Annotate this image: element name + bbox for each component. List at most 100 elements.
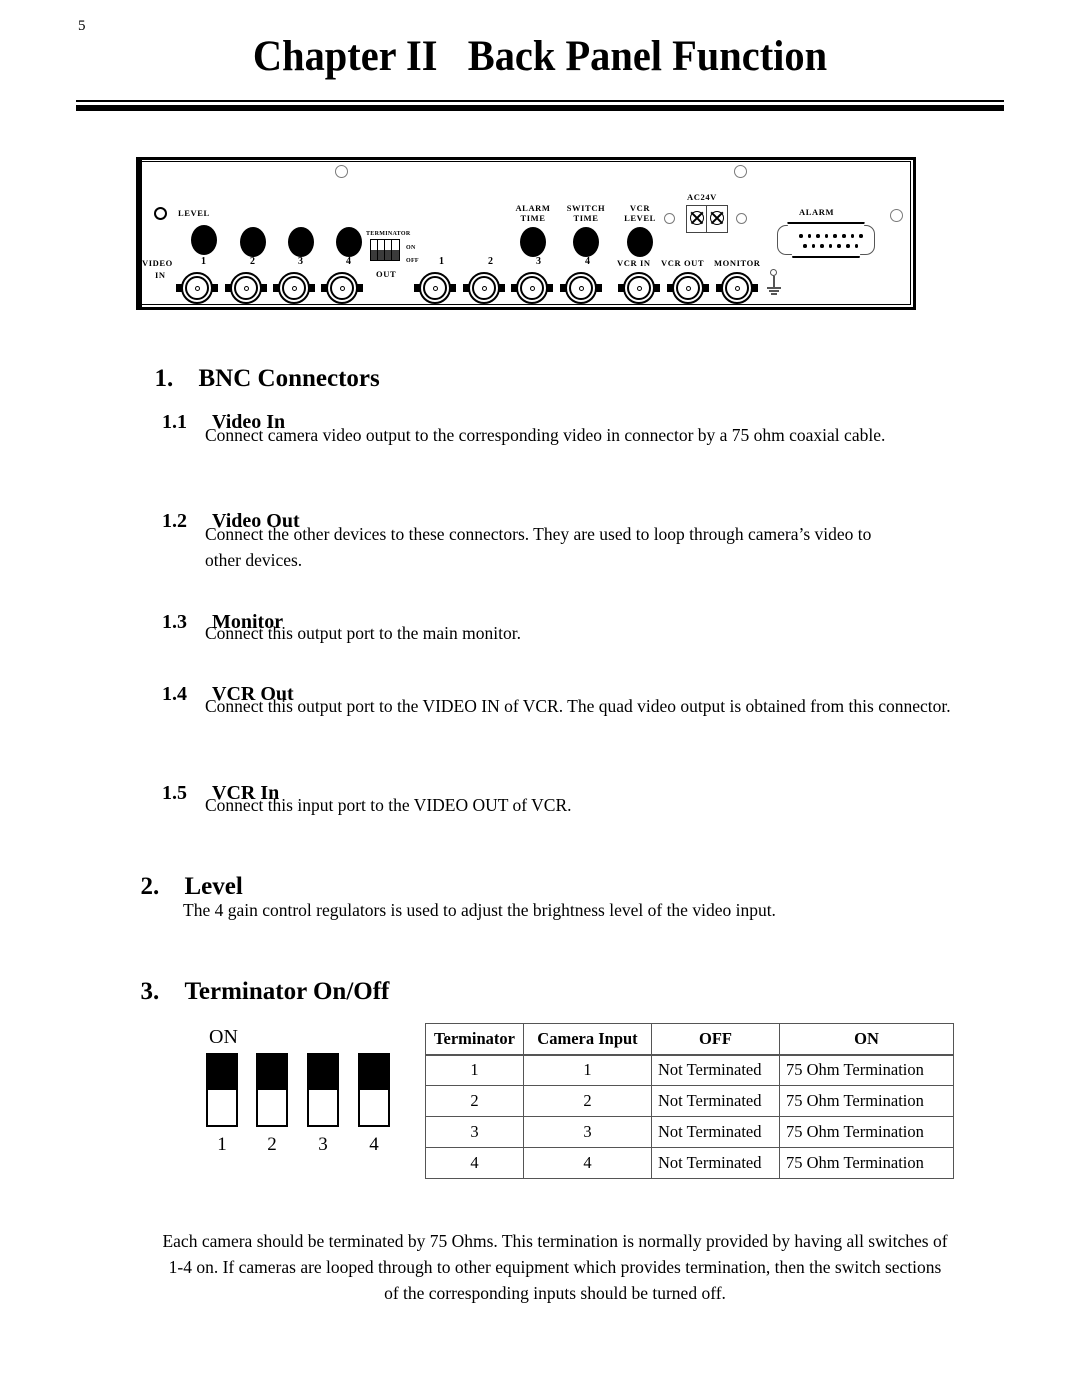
panel-label-terminator: TERMINATOR [366,231,411,237]
section-1-2-body: Connect the other devices to these conne… [205,524,872,570]
video-out-number-1: 1 [439,256,444,267]
dsub-pin-row-top [799,234,863,238]
panel-screw-right [890,209,903,222]
dip-switch-3-number: 3 [318,1134,328,1155]
dip-switch-diagram: ON 1 2 3 4 [200,1026,400,1186]
dip-switch-1-number: 1 [217,1134,227,1155]
panel-terminator-dip-switches[interactable] [370,239,400,261]
dip-switch-4-number: 4 [369,1134,379,1155]
panel-label-vcr-level: VCR LEVEL [624,203,656,223]
cell-on: 75 Ohm Termination [779,1054,954,1086]
section-2-body: The 4 gain control regulators is used to… [183,900,776,920]
dip-on-label: ON [209,1026,238,1048]
dip-switch-3-lever [309,1055,337,1090]
bnc-video-in-1[interactable] [176,271,218,305]
dip-switch-2-body [258,1090,286,1125]
level-knob-4[interactable] [336,227,362,257]
header-divider [76,100,1004,111]
table-row: 3 3 Not Terminated 75 Ohm Termination [425,1116,954,1148]
bnc-video-in-2[interactable] [225,271,267,305]
bnc-video-out-4[interactable] [560,271,602,305]
bnc-video-out-1[interactable] [414,271,456,305]
dip-switch-3[interactable] [307,1053,339,1127]
panel-label-alarm-time: ALARM TIME [515,203,551,223]
level-knob-1[interactable] [191,225,217,255]
video-out-number-2: 2 [488,256,493,267]
bnc-video-in-3[interactable] [273,271,315,305]
panel-dip-switch-1[interactable] [371,240,378,260]
cell-terminator: 2 [425,1085,524,1117]
section-2-heading: 2. Level [128,845,243,901]
video-out-number-3: 3 [536,256,541,267]
section-2-number: 2. [140,873,160,900]
video-in-number-3: 3 [298,256,303,267]
table-header-on: ON [779,1023,954,1056]
ac24v-screw-right [736,213,747,224]
section-3-body: Each camera should be terminated by 75 O… [162,1231,948,1303]
cell-on: 75 Ohm Termination [779,1116,954,1148]
panel-label-switch-time: SWITCH TIME [566,203,606,223]
panel-label-vcr-out: VCR OUT [661,258,705,268]
section-1-3-body: Connect this output port to the main mon… [205,623,521,643]
panel-label-ac24v: AC24V [687,192,717,202]
vcr-level-knob[interactable] [627,227,653,257]
panel-label-terminator-off: OFF [406,258,419,264]
bnc-monitor[interactable] [716,271,758,305]
cell-off: Not Terminated [651,1147,780,1179]
cell-camera-input: 2 [523,1085,652,1117]
cell-terminator: 3 [425,1116,524,1148]
video-in-number-1: 1 [201,256,206,267]
cell-on: 75 Ohm Termination [779,1147,954,1179]
alarm-time-knob[interactable] [520,227,546,257]
ac24v-terminal-1[interactable] [687,206,707,232]
bnc-video-out-3[interactable] [511,271,553,305]
switch-time-knob[interactable] [573,227,599,257]
panel-label-video: VIDEO [142,258,173,268]
dsub-pin-row-bottom [803,244,859,248]
cell-off: Not Terminated [651,1116,780,1148]
table-header-off: OFF [651,1023,780,1056]
dip-switch-2-number: 2 [267,1134,277,1155]
dip-switch-4-body [360,1090,388,1125]
table-row: 1 1 Not Terminated 75 Ohm Termination [425,1054,954,1086]
panel-dip-switch-3[interactable] [385,240,392,260]
table-row: 4 4 Not Terminated 75 Ohm Termination [425,1147,954,1179]
dsub-shell [787,222,865,258]
level-knob-2[interactable] [240,227,266,257]
cell-camera-input: 1 [523,1054,652,1086]
cell-terminator: 4 [425,1147,524,1179]
bnc-vcr-out[interactable] [667,271,709,305]
terminator-table: Terminator Camera Input OFF ON 1 1 Not T… [425,1023,954,1179]
panel-screw-left [154,207,167,220]
table-header-terminator: Terminator [425,1023,524,1056]
panel-dip-switch-4[interactable] [392,240,399,260]
dip-switch-3-body [309,1090,337,1125]
dip-switch-2[interactable] [256,1053,288,1127]
bnc-video-out-2[interactable] [463,271,505,305]
alarm-dsub-connector[interactable] [774,222,878,258]
cell-off: Not Terminated [651,1085,780,1117]
bnc-vcr-in[interactable] [618,271,660,305]
table-header-row: Terminator Camera Input OFF ON [425,1023,954,1056]
ac24v-terminal-2[interactable] [707,206,727,232]
dip-switch-1[interactable] [206,1053,238,1127]
ac24v-terminal-block[interactable] [686,205,728,233]
level-knob-3[interactable] [288,227,314,257]
panel-label-level: LEVEL [178,208,210,218]
dip-switch-2-lever [258,1055,286,1090]
bnc-video-in-4[interactable] [321,271,363,305]
panel-label-in: IN [155,270,166,280]
panel-screw-top-right [734,165,747,178]
panel-dip-switch-2[interactable] [378,240,385,260]
cell-camera-input: 4 [523,1147,652,1179]
section-3-heading: 3. Terminator On/Off [128,950,390,1006]
panel-label-monitor: MONITOR [714,258,761,268]
section-1-4-body: Connect this output port to the VIDEO IN… [205,696,951,716]
section-1-1-body: Connect camera video output to the corre… [205,425,886,445]
table-row: 2 2 Not Terminated 75 Ohm Termination [425,1085,954,1117]
dip-switch-4[interactable] [358,1053,390,1127]
page-title: Chapter II Back Panel Function [252,33,828,80]
section-3-title: Terminator On/Off [184,978,390,1005]
dip-switch-1-body [208,1090,236,1125]
video-in-number-2: 2 [250,256,255,267]
